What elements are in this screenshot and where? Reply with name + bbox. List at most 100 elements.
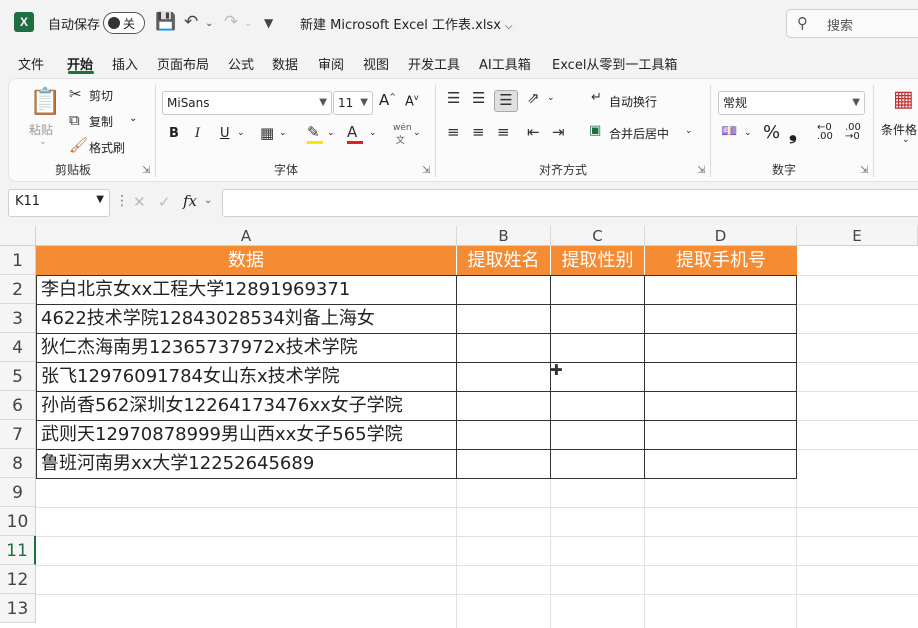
- font-color-icon[interactable]: A: [347, 123, 363, 144]
- align-top-icon[interactable]: ☰: [447, 89, 460, 107]
- align-center-icon[interactable]: ≡: [472, 123, 485, 141]
- align-middle-icon[interactable]: ☰: [472, 89, 485, 107]
- borders-icon[interactable]: ▦: [260, 124, 274, 142]
- row-header[interactable]: 13: [0, 594, 36, 623]
- tab-page-layout[interactable]: 页面布局: [157, 54, 209, 73]
- insert-function-button[interactable]: fx: [183, 192, 197, 210]
- alignment-launcher-icon[interactable]: ⇲: [697, 165, 705, 176]
- merge-dropdown-icon[interactable]: ⌄: [685, 126, 693, 136]
- decrease-decimal-icon[interactable]: .00 →0: [845, 123, 861, 142]
- row-header[interactable]: 10: [0, 507, 36, 536]
- paste-icon[interactable]: 📋: [29, 87, 61, 117]
- column-header-b[interactable]: B: [457, 226, 551, 246]
- increase-font-icon[interactable]: A^: [379, 91, 396, 109]
- decrease-indent-icon[interactable]: ⇤: [527, 123, 540, 141]
- decrease-font-icon[interactable]: Av: [405, 93, 419, 109]
- header-cell-name[interactable]: 提取姓名: [457, 246, 551, 275]
- tab-ai-toolbox[interactable]: AI工具箱: [479, 54, 531, 73]
- merge-center-button[interactable]: 合并后居中: [609, 125, 669, 142]
- column-header-c[interactable]: C: [551, 226, 645, 246]
- italic-button[interactable]: I: [195, 126, 200, 141]
- currency-icon[interactable]: 💷: [721, 124, 737, 139]
- save-icon[interactable]: 💾: [155, 12, 176, 32]
- data-cell[interactable]: 狄仁杰海南男12365737972x技术学院: [41, 333, 358, 362]
- orientation-icon[interactable]: ⇗: [527, 89, 540, 107]
- increase-decimal-icon[interactable]: ←0.00: [817, 123, 833, 142]
- font-color-dropdown-icon[interactable]: ⌄: [369, 128, 377, 138]
- document-title[interactable]: 新建 Microsoft Excel 工作表.xlsx ⌵: [300, 14, 513, 33]
- clipboard-launcher-icon[interactable]: ⇲: [142, 165, 150, 176]
- enter-icon[interactable]: ✓: [158, 193, 171, 211]
- underline-button[interactable]: U: [220, 126, 230, 141]
- select-all-corner[interactable]: [0, 226, 36, 246]
- data-cell[interactable]: 孙尚香562深圳女12264173476xx女子学院: [41, 391, 403, 420]
- row-header-selected[interactable]: 11: [0, 536, 36, 565]
- increase-indent-icon[interactable]: ⇥: [552, 123, 565, 141]
- data-cell[interactable]: 张飞12976091784女山东x技术学院: [41, 362, 340, 391]
- header-cell-phone[interactable]: 提取手机号: [645, 246, 797, 275]
- tab-file[interactable]: 文件: [18, 54, 44, 73]
- tab-data[interactable]: 数据: [272, 54, 298, 73]
- comma-button[interactable]: ❟: [789, 120, 797, 144]
- paste-dropdown-icon[interactable]: ⌄: [39, 137, 47, 147]
- copy-button[interactable]: 复制: [89, 113, 113, 130]
- wrap-text-button[interactable]: 自动换行: [609, 93, 657, 110]
- align-bottom-icon[interactable]: ☰: [494, 90, 518, 112]
- redo-dropdown-icon[interactable]: ⌄: [244, 18, 252, 29]
- column-header-a[interactable]: A: [36, 226, 457, 246]
- phonetic-icon[interactable]: wén 文: [393, 123, 412, 146]
- orientation-dropdown-icon[interactable]: ⌄: [547, 93, 555, 103]
- undo-icon[interactable]: ↶: [184, 12, 198, 32]
- tab-developer[interactable]: 开发工具: [408, 54, 460, 73]
- cut-button[interactable]: 剪切: [89, 87, 113, 104]
- undo-dropdown-icon[interactable]: ⌄: [205, 18, 213, 29]
- search-box[interactable]: ⚲ 搜索: [786, 9, 918, 38]
- row-header[interactable]: 6: [0, 391, 36, 420]
- row-header[interactable]: 7: [0, 420, 36, 449]
- cancel-icon[interactable]: ✕: [133, 193, 146, 211]
- autosave-toggle[interactable]: 关: [103, 12, 145, 34]
- worksheet-grid[interactable]: A B C D E 1 2 3 4 5 6 7 8 9 10 11 12 13 …: [0, 226, 918, 628]
- conditional-dropdown-icon[interactable]: ⌄: [902, 135, 910, 145]
- underline-dropdown-icon[interactable]: ⌄: [237, 128, 245, 138]
- header-cell-data[interactable]: 数据: [36, 246, 457, 275]
- tab-excel-toolbox[interactable]: Excel从零到一工具箱: [552, 54, 677, 73]
- data-cell[interactable]: 4622技术学院12843028534刘备上海女: [41, 304, 375, 333]
- tab-review[interactable]: 审阅: [318, 54, 344, 73]
- borders-dropdown-icon[interactable]: ⌄: [279, 128, 287, 138]
- paste-button[interactable]: 粘贴: [29, 121, 53, 138]
- row-header[interactable]: 3: [0, 304, 36, 333]
- row-header[interactable]: 1: [0, 246, 36, 275]
- column-header-e[interactable]: E: [797, 226, 918, 246]
- column-header-d[interactable]: D: [645, 226, 797, 246]
- align-right-icon[interactable]: ≡: [497, 123, 510, 141]
- data-cell[interactable]: 鲁班河南男xx大学12252645689: [41, 449, 314, 478]
- more-icon[interactable]: ⋮: [115, 193, 129, 209]
- conditional-format-button[interactable]: 条件格: [881, 121, 917, 138]
- row-header[interactable]: 9: [0, 478, 36, 507]
- align-left-icon[interactable]: ≡: [447, 123, 460, 141]
- row-header[interactable]: 8: [0, 449, 36, 478]
- fill-color-icon[interactable]: ✎: [307, 123, 323, 144]
- phonetic-dropdown-icon[interactable]: ⌄: [413, 128, 421, 138]
- copy-dropdown-icon[interactable]: ⌄: [129, 113, 137, 124]
- row-header[interactable]: 12: [0, 565, 36, 594]
- font-size-select[interactable]: 11 ▼: [333, 91, 373, 115]
- row-header[interactable]: 2: [0, 275, 36, 304]
- font-launcher-icon[interactable]: ⇲: [422, 165, 430, 176]
- tab-formulas[interactable]: 公式: [228, 54, 254, 73]
- customize-qat-icon[interactable]: ▼: [264, 16, 273, 30]
- number-launcher-icon[interactable]: ⇲: [860, 165, 868, 176]
- font-name-select[interactable]: MiSans ▼: [162, 91, 332, 115]
- formula-input[interactable]: [222, 189, 918, 217]
- tab-view[interactable]: 视图: [363, 54, 389, 73]
- percent-button[interactable]: %: [763, 122, 780, 143]
- fill-dropdown-icon[interactable]: ⌄: [327, 128, 335, 138]
- format-painter-button[interactable]: 格式刷: [89, 139, 125, 156]
- bold-button[interactable]: B: [169, 126, 179, 141]
- data-cell[interactable]: 武则天12970878999男山西xx女子565学院: [41, 420, 403, 449]
- row-header[interactable]: 4: [0, 333, 36, 362]
- redo-icon[interactable]: ↷: [224, 12, 238, 32]
- data-cell[interactable]: 李白北京女xx工程大学12891969371: [41, 275, 350, 304]
- fx-dropdown-icon[interactable]: ⌄: [204, 195, 212, 206]
